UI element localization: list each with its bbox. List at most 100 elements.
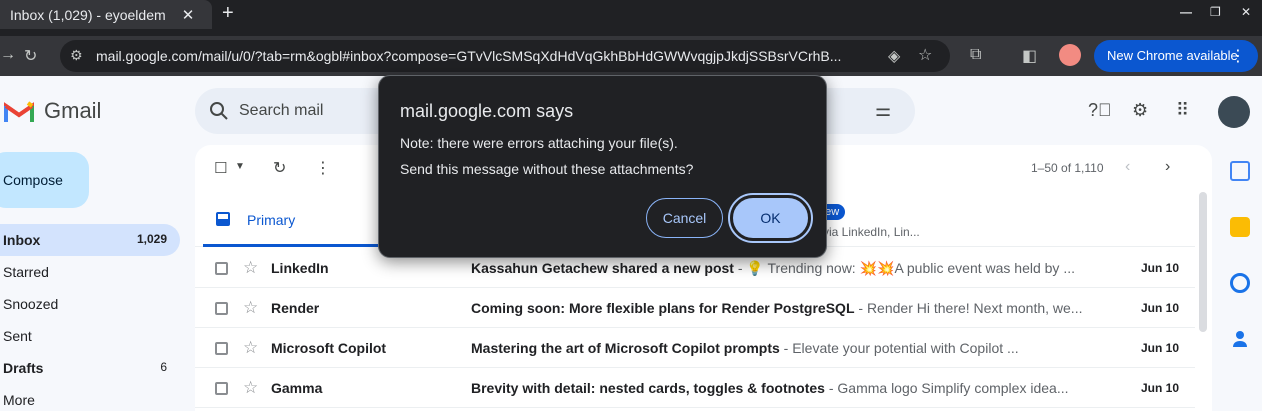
search-options-icon[interactable]: ⚌ bbox=[875, 100, 891, 121]
row-checkbox[interactable] bbox=[215, 382, 228, 395]
more-actions-icon[interactable]: ⋮ bbox=[315, 158, 331, 178]
dialog-title: mail.google.com says bbox=[400, 101, 574, 121]
email-row[interactable]: ☆ Render Coming soon: More flexible plan… bbox=[195, 288, 1195, 328]
keep-icon[interactable] bbox=[1230, 217, 1250, 237]
email-subject: Kassahun Getachew shared a new post bbox=[471, 260, 734, 276]
bookmark-star-icon[interactable]: ☆ bbox=[918, 45, 932, 65]
tab-title: Inbox (1,029) - eyoeldem bbox=[10, 6, 166, 23]
email-content: Brevity with detail: nested cards, toggl… bbox=[471, 380, 1083, 396]
star-icon[interactable]: ☆ bbox=[243, 378, 258, 398]
prev-page-icon[interactable]: ‹ bbox=[1125, 158, 1130, 176]
email-snippet: - Gamma logo Simplify complex idea... bbox=[824, 380, 1069, 396]
nav-label: Sent bbox=[3, 328, 32, 344]
nav-label: Starred bbox=[3, 264, 49, 280]
calendar-icon[interactable] bbox=[1230, 161, 1250, 181]
refresh-icon[interactable]: ↻ bbox=[273, 158, 286, 178]
nav-label: More bbox=[3, 392, 35, 408]
compose-button[interactable]: Compose bbox=[0, 152, 89, 208]
nav-label: Inbox bbox=[3, 232, 41, 248]
window-close-icon[interactable]: ✕ bbox=[1241, 5, 1251, 19]
browser-tabstrip: Inbox (1,029) - eyoeldem ✕ + — ❐ ✕ bbox=[0, 0, 1262, 36]
url-text: mail.google.com/mail/u/0/?tab=rm&ogbl#in… bbox=[96, 48, 842, 64]
nav-item-snoozed[interactable]: Snoozed bbox=[0, 288, 180, 320]
nav-label: Drafts bbox=[3, 360, 44, 376]
profile-icon[interactable] bbox=[1059, 44, 1081, 66]
nav-item-inbox[interactable]: Inbox 1,029 bbox=[0, 224, 180, 256]
account-avatar[interactable] bbox=[1218, 96, 1250, 128]
restore-icon[interactable]: ❐ bbox=[1210, 5, 1221, 19]
person-icon bbox=[1233, 331, 1247, 347]
email-sender: Render bbox=[271, 300, 320, 316]
browser-tab[interactable]: Inbox (1,029) - eyoeldem ✕ bbox=[0, 0, 212, 29]
email-row[interactable]: ☆ Gamma Brevity with detail: nested card… bbox=[195, 368, 1195, 408]
back-arrow-icon[interactable]: → bbox=[0, 46, 16, 64]
nav-item-drafts[interactable]: Drafts 6 bbox=[0, 352, 180, 384]
email-date: Jun 10 bbox=[1140, 261, 1179, 275]
email-snippet: - Elevate your potential with Copilot ..… bbox=[779, 340, 1019, 356]
row-checkbox[interactable] bbox=[215, 262, 228, 275]
update-label: New Chrome available bbox=[1107, 48, 1238, 63]
row-checkbox[interactable] bbox=[215, 342, 228, 355]
email-snippet: - Render Hi there! Next month, we... bbox=[854, 300, 1083, 316]
email-subject: Coming soon: More flexible plans for Ren… bbox=[471, 300, 855, 316]
email-content: Mastering the art of Microsoft Copilot p… bbox=[471, 340, 1083, 356]
pagination-text: 1–50 of 1,110 bbox=[1031, 161, 1104, 175]
update-chrome-button[interactable]: New Chrome available ⋮ bbox=[1094, 40, 1258, 72]
email-date: Jun 10 bbox=[1140, 381, 1179, 395]
contacts-icon[interactable] bbox=[1230, 329, 1250, 349]
star-icon[interactable]: ☆ bbox=[243, 338, 258, 358]
nav-item-starred[interactable]: Starred bbox=[0, 256, 180, 288]
reload-icon[interactable]: ↻ bbox=[24, 46, 37, 66]
next-page-icon[interactable]: › bbox=[1165, 158, 1170, 176]
star-icon[interactable]: ☆ bbox=[243, 298, 258, 318]
apps-grid-icon[interactable]: ⠿ bbox=[1176, 100, 1189, 121]
compose-label: Compose bbox=[3, 172, 63, 188]
ok-button[interactable]: OK bbox=[728, 193, 813, 243]
gmail-wordmark: Gmail bbox=[44, 98, 102, 123]
email-content: Kassahun Getachew shared a new post - 💡 … bbox=[471, 260, 1083, 277]
nav-item-more[interactable]: More bbox=[0, 384, 180, 411]
tab-primary[interactable]: Primary bbox=[203, 197, 389, 247]
email-subject: Mastering the art of Microsoft Copilot p… bbox=[471, 340, 780, 356]
tab-snippet: e via LinkedIn, Lin... bbox=[813, 225, 920, 239]
star-icon[interactable]: ☆ bbox=[243, 258, 258, 278]
select-dropdown-icon[interactable]: ▼ bbox=[235, 161, 245, 172]
confirm-dialog: mail.google.com says Note: there were er… bbox=[378, 75, 827, 258]
email-snippet: - 💡 Trending now: 💥💥A public event was h… bbox=[733, 260, 1075, 276]
close-tab-icon[interactable]: ✕ bbox=[178, 6, 198, 24]
help-icon[interactable]: ?⃝ bbox=[1088, 100, 1112, 121]
extensions-icon[interactable]: ⧉ bbox=[970, 46, 981, 64]
nav-count: 1,029 bbox=[136, 232, 167, 246]
nav-label: Snoozed bbox=[3, 296, 59, 312]
email-content: Coming soon: More flexible plans for Ren… bbox=[471, 300, 1083, 316]
settings-gear-icon[interactable]: ⚙ bbox=[1132, 100, 1148, 121]
install-app-icon[interactable]: ◈ bbox=[888, 46, 900, 66]
tab-label: Primary bbox=[247, 212, 296, 228]
dialog-message: Send this message without these attachme… bbox=[400, 161, 694, 177]
address-bar[interactable]: ⚙ mail.google.com/mail/u/0/?tab=rm&ogbl#… bbox=[60, 40, 950, 72]
nav-item-sent[interactable]: Sent bbox=[0, 320, 180, 352]
email-subject: Brevity with detail: nested cards, toggl… bbox=[471, 380, 825, 396]
inbox-icon bbox=[216, 212, 230, 226]
search-icon[interactable] bbox=[209, 101, 229, 121]
select-all-checkbox[interactable]: ☐ bbox=[214, 159, 227, 177]
minimize-icon[interactable]: — bbox=[1180, 5, 1192, 19]
email-sender: Gamma bbox=[271, 380, 323, 396]
side-panel-icon[interactable]: ◧ bbox=[1022, 46, 1037, 66]
email-sender: LinkedIn bbox=[271, 260, 329, 276]
dialog-message: Note: there were errors attaching your f… bbox=[400, 135, 678, 151]
row-checkbox[interactable] bbox=[215, 302, 228, 315]
email-date: Jun 10 bbox=[1140, 341, 1179, 355]
gmail-m-icon bbox=[4, 101, 34, 122]
more-menu-icon[interactable]: ⋮ bbox=[1230, 46, 1246, 66]
tasks-icon[interactable] bbox=[1230, 273, 1250, 293]
nav-count: 6 bbox=[160, 360, 167, 374]
scrollbar[interactable] bbox=[1199, 192, 1207, 332]
browser-toolbar: → ↻ ⚙ mail.google.com/mail/u/0/?tab=rm&o… bbox=[0, 36, 1262, 76]
cancel-button[interactable]: Cancel bbox=[646, 198, 723, 238]
search-placeholder: Search mail bbox=[239, 102, 324, 119]
new-tab-button[interactable]: + bbox=[222, 2, 234, 25]
email-row[interactable]: ☆ Microsoft Copilot Mastering the art of… bbox=[195, 328, 1195, 368]
site-info-icon[interactable]: ⚙ bbox=[70, 47, 83, 64]
gmail-logo[interactable]: Gmail bbox=[4, 98, 101, 124]
